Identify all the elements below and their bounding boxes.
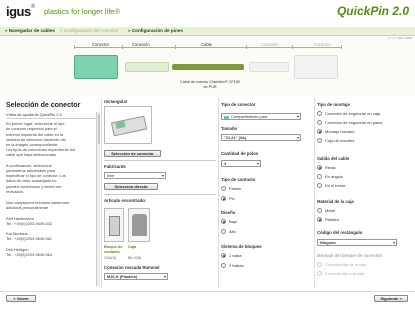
design-radio-0[interactable] [221, 219, 226, 224]
product-title: QuickPin 2.0 [336, 4, 409, 18]
mount-type-radio-3[interactable] [317, 138, 322, 143]
housing-link[interactable]: Caja [128, 245, 136, 249]
housing-material-option-label[interactable]: Metal [325, 208, 335, 213]
contact-block-code: CKA(D) [104, 256, 117, 260]
threaded-connection-select[interactable]: M16-K (Plástico) ▾ [104, 273, 168, 280]
direct-selection-button[interactable]: Selección directa [104, 183, 158, 190]
housing-image[interactable] [128, 208, 150, 242]
contact-block-image[interactable] [104, 208, 124, 242]
cable-shape[interactable] [172, 64, 244, 70]
lock-mount-option-label: Conexión fija a la caja [325, 271, 365, 276]
cable-exit-option-label[interactable]: Recta [325, 165, 335, 170]
connector-thumb-icon [224, 115, 229, 119]
threaded-connection-label: Conexión roscada Rummel [104, 265, 160, 270]
chevron-down-icon: ▾ [296, 114, 299, 119]
mount-type-option-label[interactable]: Montaje roscado [325, 129, 355, 134]
instructions: En primer lugar, seleccione el tipo de co… [6, 121, 96, 194]
contact-type-option-label[interactable]: Fastón [229, 186, 241, 191]
diagram-ruler [74, 47, 342, 48]
connector-type-select[interactable]: Compartimiento para ▾ [221, 113, 301, 120]
housing-material-option-label[interactable]: Plástico [325, 217, 339, 222]
cable-exit-radio-1[interactable] [317, 174, 322, 179]
lock-system-radio-1[interactable] [221, 263, 226, 268]
mount-type-option-label[interactable]: Conexión de enganche en placa [325, 120, 382, 125]
lock-system-radio-0[interactable] [221, 253, 226, 258]
select-connector-button[interactable]: Selección de conector [104, 150, 161, 157]
left-connector-shape[interactable] [74, 55, 118, 79]
left-connection-shape[interactable] [125, 62, 169, 72]
chevron-down-icon: ▾ [256, 161, 259, 166]
cable-exit-option-label[interactable]: En ángulo [325, 174, 343, 179]
cable-exit-radio-0[interactable] [317, 165, 322, 170]
page-title: Selección de conector [6, 102, 81, 109]
right-connector-shape [294, 55, 338, 79]
help-video-link[interactable]: Vídeo de ayuda de QuickPin 2.0 [6, 112, 96, 117]
cable-caption: Cable de mando Chainflex® CF180 de PUR [180, 80, 240, 89]
next-button[interactable]: Siguiente » [374, 295, 408, 302]
contact-info: Nos complacerá brindarle asistencia adici… [6, 200, 96, 257]
housing-material-radio-1[interactable] [317, 217, 322, 222]
igus-logo: igus® [6, 4, 35, 19]
back-button[interactable]: « Volver [6, 295, 36, 302]
lock-mount-radio-0 [317, 262, 322, 267]
design-radio-1[interactable] [221, 229, 226, 234]
size-select[interactable]: "21,21" (3A) ▾ [221, 134, 301, 141]
mount-type-radio-0[interactable] [317, 111, 322, 116]
mount-type-option-label[interactable]: Conexión de enganche en caja [325, 111, 380, 116]
contact-type-option-label[interactable]: Pin [229, 196, 235, 201]
contact-line: Tel.: +49(0)2203-9649-564 [6, 252, 52, 258]
rect-code-select[interactable]: Ninguno ▾ [317, 239, 397, 246]
contact-type-label: Tipo de contacto [221, 177, 256, 182]
chevron-down-icon: ▾ [392, 240, 395, 245]
size-label: Tamaño [221, 126, 238, 131]
chevron-down-icon: ▾ [163, 274, 166, 279]
nav-connector-config[interactable]: » Configuración del conector [60, 28, 118, 33]
nav-cable-navigator[interactable]: » Navegador de cables [5, 28, 55, 33]
chevron-down-icon: ▾ [296, 135, 299, 140]
housing-material-label: Material de la caja [317, 199, 354, 204]
lock-system-option-label[interactable]: 2 trabas [229, 263, 243, 268]
mount-type-radio-1[interactable] [317, 120, 322, 125]
instruction-line: revisados. [6, 188, 24, 194]
tagline: plastics for longer life® [44, 7, 120, 16]
nav-pin-config[interactable]: » Configuración de pines [128, 28, 183, 33]
rect-label: rectangular [104, 99, 128, 104]
lock-system-option-label[interactable]: 1 traba [229, 253, 241, 258]
lock-mount-radio-1 [317, 271, 322, 276]
rect-code-label: Código del rectángulo [317, 230, 363, 235]
lock-mount-label: Montaje del bloque de conexión [317, 253, 383, 258]
mount-type-option-label[interactable]: Caja de resortes [325, 138, 354, 143]
contact-type-radio-1[interactable] [221, 196, 226, 201]
design-option-label[interactable]: Alto [229, 229, 236, 234]
housing-material-radio-0[interactable] [317, 208, 322, 213]
poles-select[interactable]: 4 ▾ [221, 160, 261, 167]
help-scrollbar[interactable] [96, 112, 100, 286]
mount-type-label: Tipo de montaje [317, 102, 350, 107]
poles-label: Cantidad de polos [221, 151, 259, 156]
contact-type-radio-0[interactable] [221, 186, 226, 191]
housing-code: BK-V(B) [128, 256, 142, 260]
cable-exit-option-label[interactable]: En el frente [325, 183, 345, 188]
connector-image[interactable] [104, 106, 152, 144]
design-label: Diseño [221, 210, 236, 215]
right-connection-shape [249, 62, 289, 72]
lock-mount-option-label: Conexión fija de la caja [325, 262, 367, 267]
manufacturer-select[interactable]: Ilme ▾ [104, 172, 166, 179]
cable-exit-radio-2[interactable] [317, 183, 322, 188]
mount-type-radio-2[interactable] [317, 129, 322, 134]
lock-system-label: Sistema de bloqueo [221, 244, 262, 249]
cable-exit-label: Salida del cable [317, 156, 350, 161]
chevron-down-icon: ▾ [161, 173, 164, 178]
manufacturer-label: Fabricante [104, 164, 126, 169]
connector-type-label: Tipo de conector [221, 102, 256, 107]
articles-found-label: Artículo encontrado: [104, 198, 147, 203]
help-text: Vídeo de ayuda de QuickPin 2.0 En primer… [6, 112, 98, 257]
design-option-label[interactable]: Bajo [229, 219, 237, 224]
